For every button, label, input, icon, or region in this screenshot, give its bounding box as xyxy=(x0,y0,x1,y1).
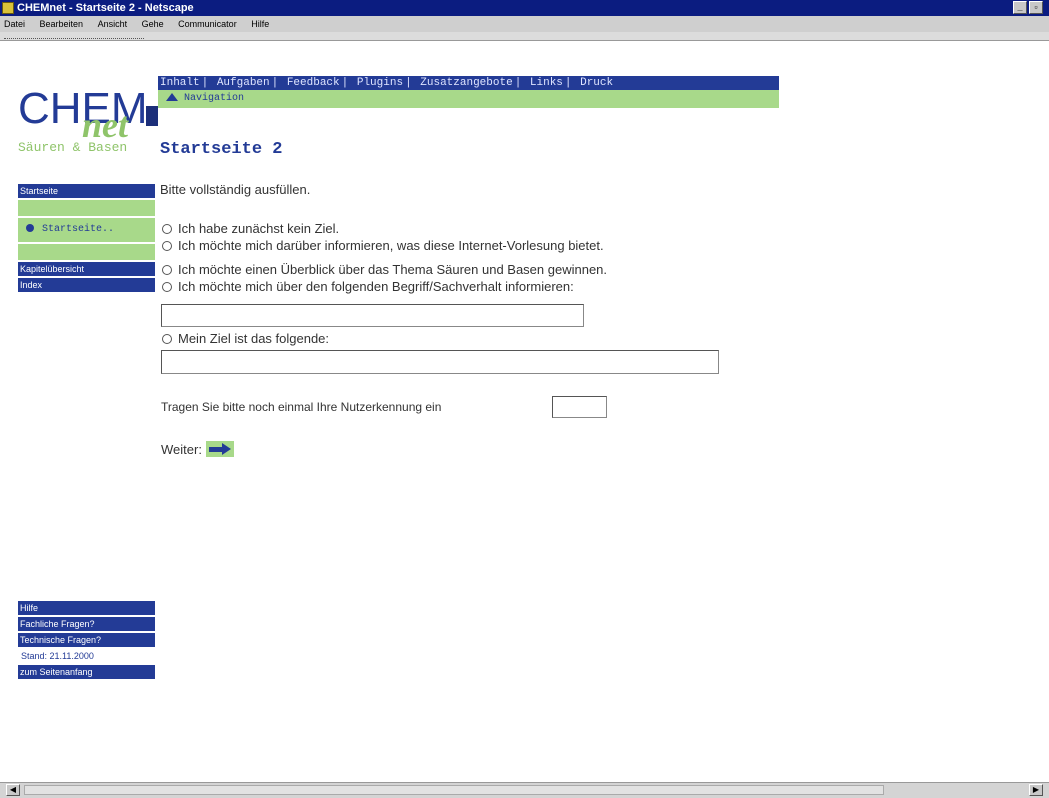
nutzerkennung-input[interactable] xyxy=(552,396,607,418)
sidebar-active-label: Startseite.. xyxy=(42,224,115,235)
sidebar-item-startseite[interactable]: Startseite xyxy=(18,184,155,198)
sidebar-item-kapitel[interactable]: Kapitelübersicht xyxy=(18,262,155,276)
menu-communicator[interactable]: Communicator xyxy=(178,19,237,29)
option-kein-ziel[interactable]: Ich habe zunächst kein Ziel. xyxy=(162,221,339,236)
sidebar-item-hilfe[interactable]: Hilfe xyxy=(18,601,155,615)
menubar: Datei Bearbeiten Ansicht Gehe Communicat… xyxy=(0,16,1049,32)
sidebar-item-index[interactable]: Index xyxy=(18,278,155,292)
radio-ueberblick[interactable] xyxy=(162,264,172,275)
bullet-icon xyxy=(26,224,34,233)
nutzerkennung-label: Tragen Sie bitte noch einmal Ihre Nutzer… xyxy=(161,400,442,414)
ziel-input[interactable] xyxy=(161,350,719,374)
course-subtitle: Säuren & Basen xyxy=(18,140,128,155)
sidebar-item-technische[interactable]: Technische Fragen? xyxy=(18,633,155,647)
sidebar-upper: Startseite Startseite.. Kapitelübersicht… xyxy=(18,184,155,294)
weiter-row: Weiter: xyxy=(161,441,234,457)
nav-plugins[interactable]: Plugins xyxy=(355,77,405,89)
option-eigenes-ziel[interactable]: Mein Ziel ist das folgende: xyxy=(162,331,329,346)
scroll-left-button[interactable]: ◀ xyxy=(6,784,20,796)
window-titlebar: CHEMnet - Startseite 2 - Netscape _ ▫ xyxy=(0,0,1049,16)
window-title: CHEMnet - Startseite 2 - Netscape xyxy=(17,2,194,14)
arrow-shaft xyxy=(208,447,223,452)
sidebar-lower: Hilfe Fachliche Fragen? Technische Frage… xyxy=(18,601,155,681)
nav-druck[interactable]: Druck xyxy=(578,77,615,89)
option-label: Ich möchte mich darüber informieren, was… xyxy=(178,238,604,253)
nav-zusatzangebote[interactable]: Zusatzangebote xyxy=(418,77,514,89)
sidebar-item-fachliche[interactable]: Fachliche Fragen? xyxy=(18,617,155,631)
nav-inhalt[interactable]: Inhalt xyxy=(158,77,202,89)
option-label: Ich möchte mich über den folgenden Begri… xyxy=(178,279,574,294)
sidebar-item-active[interactable]: Startseite.. xyxy=(18,218,155,242)
radio-eigenes-ziel[interactable] xyxy=(162,333,172,344)
nav-feedback[interactable]: Feedback xyxy=(285,77,342,89)
radio-begriff[interactable] xyxy=(162,281,172,292)
navigation-label: Navigation xyxy=(184,93,245,104)
option-ueberblick[interactable]: Ich möchte einen Überblick über das Them… xyxy=(162,262,607,277)
nav-aufgaben[interactable]: Aufgaben xyxy=(215,77,272,89)
arrow-head xyxy=(221,443,231,455)
logo-block xyxy=(146,106,158,126)
nav-links[interactable]: Links xyxy=(528,77,565,89)
scroll-right-button[interactable]: ▶ xyxy=(1029,784,1043,796)
form-instruction: Bitte vollständig ausfüllen. xyxy=(160,182,311,197)
menu-datei[interactable]: Datei xyxy=(4,19,25,29)
top-navigation: Inhalt | Aufgaben | Feedback | Plugins | Zus… xyxy=(158,76,779,90)
sidebar-spacer-2 xyxy=(18,244,155,260)
horizontal-scrollbar[interactable]: ◀ ▶ xyxy=(0,782,1049,798)
arrow-right-icon[interactable] xyxy=(205,441,234,457)
page-title: Startseite 2 xyxy=(160,140,283,159)
option-informieren[interactable]: Ich möchte mich darüber informieren, was… xyxy=(162,238,604,253)
menu-gehe[interactable]: Gehe xyxy=(142,19,164,29)
triangle-up-icon xyxy=(166,93,178,102)
option-label: Ich möchte einen Überblick über das Them… xyxy=(178,262,608,277)
menu-bearbeiten[interactable]: Bearbeiten xyxy=(40,19,84,29)
sidebar-spacer xyxy=(18,200,155,216)
sidebar-item-seitenanfang[interactable]: zum Seitenanfang xyxy=(18,665,155,679)
option-begriff[interactable]: Ich möchte mich über den folgenden Begri… xyxy=(162,279,574,294)
minimize-button[interactable]: _ xyxy=(1013,1,1027,14)
menu-hilfe[interactable]: Hilfe xyxy=(251,19,269,29)
navigation-toggle[interactable]: Navigation xyxy=(158,90,779,108)
radio-informieren[interactable] xyxy=(162,240,172,251)
netscape-icon xyxy=(2,2,14,14)
option-label: Mein Ziel ist das folgende: xyxy=(178,331,330,346)
stand-date: Stand: 21.11.2000 xyxy=(21,651,94,661)
option-label: Ich habe zunächst kein Ziel. xyxy=(178,221,340,236)
menu-ansicht[interactable]: Ansicht xyxy=(98,19,128,29)
weiter-label: Weiter: xyxy=(161,441,202,457)
location-bar[interactable] xyxy=(4,32,144,39)
maximize-button[interactable]: ▫ xyxy=(1029,1,1043,14)
scroll-thumb[interactable] xyxy=(24,785,884,795)
window-controls: _ ▫ xyxy=(1013,1,1043,14)
radio-kein-ziel[interactable] xyxy=(162,223,172,234)
location-strip xyxy=(0,32,1049,41)
begriff-input[interactable] xyxy=(161,304,584,327)
